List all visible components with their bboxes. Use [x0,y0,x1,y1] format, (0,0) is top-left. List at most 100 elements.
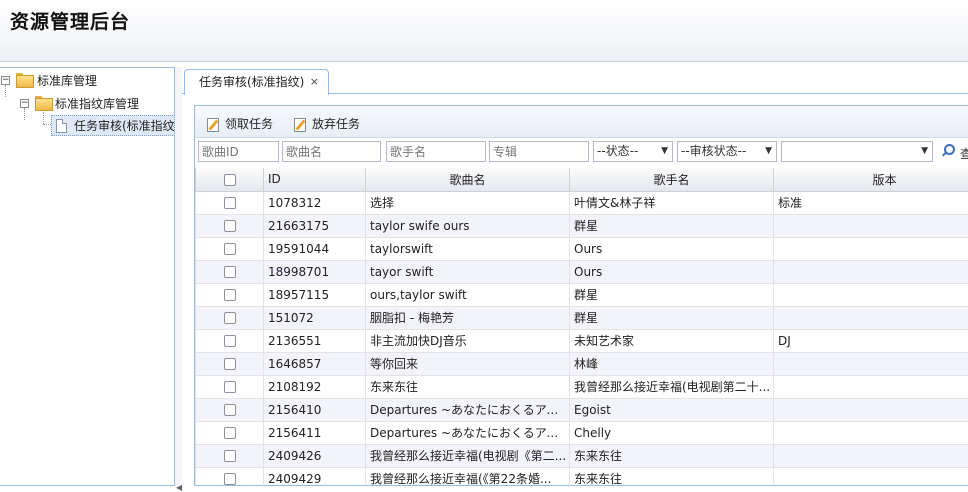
row-select-cell [196,375,264,398]
table-row[interactable]: 18998701tayor swiftOurs [196,260,968,283]
row-checkbox[interactable] [224,381,236,393]
cell-song: taylorswift [366,237,570,260]
select-all-cell [196,168,264,191]
tree-line [43,124,51,125]
tree-node-task-review[interactable]: 任务审核(标准指纹 [51,115,175,136]
cell-singer: 叶倩文&林子祥 [570,191,774,214]
row-select-cell [196,191,264,214]
cell-id: 151072 [264,306,366,329]
cell-version [774,306,968,329]
column-header-song[interactable]: 歌曲名 [366,168,570,191]
task-panel: 领取任务 放弃任务 --状态-- ▼ --审核状态-- ▼ ▼ [194,105,968,486]
cell-id: 2136551 [264,329,366,352]
tab-bar: 任务审核(标准指纹) × [182,67,968,94]
collapse-icon[interactable]: − [1,76,10,85]
close-icon[interactable]: × [310,70,319,94]
song-name-input[interactable] [282,141,381,162]
cell-version [774,467,968,487]
cell-singer: 群星 [570,214,774,237]
cell-song: 非主流加快DJ音乐 [366,329,570,352]
table-row[interactable]: 1646857等你回来林峰 [196,352,968,375]
chevron-down-icon[interactable]: ▼ [661,142,668,161]
cell-version [774,283,968,306]
table-row[interactable]: 2156410Departures ~あなたにおくるアイ(...Egoist [196,398,968,421]
table-row[interactable]: 2409429我曾经那么接近幸福(《第22条婚...东来东往 [196,467,968,487]
tab-task-review[interactable]: 任务审核(标准指纹) × [184,69,329,95]
row-checkbox[interactable] [224,427,236,439]
search-button-label[interactable]: 查 [960,145,968,162]
cell-version [774,260,968,283]
cell-song: 选择 [366,191,570,214]
status-select-value: --状态-- [597,144,638,158]
column-header-id[interactable]: ID [264,168,366,191]
album-input[interactable] [489,141,589,162]
row-checkbox[interactable] [224,450,236,462]
chevron-down-icon[interactable]: ▼ [921,142,928,161]
cell-id: 2409426 [264,444,366,467]
column-header-version[interactable]: 版本 [774,168,968,191]
row-checkbox[interactable] [224,220,236,232]
cell-song: tayor swift [366,260,570,283]
table-row[interactable]: 151072胭脂扣 - 梅艳芳群星 [196,306,968,329]
table-row[interactable]: 2409426我曾经那么接近幸福(电视剧《第二...东来东往 [196,444,968,467]
row-checkbox[interactable] [224,243,236,255]
abandon-task-button[interactable]: 放弃任务 [294,115,360,133]
column-header-singer[interactable]: 歌手名 [570,168,774,191]
row-checkbox[interactable] [224,289,236,301]
cell-singer: Ours [570,237,774,260]
claim-task-button[interactable]: 领取任务 [207,115,273,133]
table-row[interactable]: 19591044taylorswiftOurs [196,237,968,260]
folder-open-icon [16,73,32,86]
review-status-select[interactable]: --审核状态-- ▼ [677,141,777,162]
cell-id: 18957115 [264,283,366,306]
sidebar-splitter[interactable]: ◀ [175,67,182,486]
song-id-input[interactable] [198,141,279,162]
task-grid: ID 歌曲名 歌手名 版本 1078312选择叶倩文&林子祥标准21663175… [195,168,968,487]
table-row[interactable]: 2136551非主流加快DJ音乐未知艺术家DJ [196,329,968,352]
row-select-cell [196,444,264,467]
cell-song: 等你回来 [366,352,570,375]
cell-song: 我曾经那么接近幸福(《第22条婚... [366,467,570,487]
cell-id: 1646857 [264,352,366,375]
table-row[interactable]: 21663175taylor swife ours群星 [196,214,968,237]
row-checkbox[interactable] [224,197,236,209]
claim-task-label: 领取任务 [225,117,273,131]
cell-song: 东来东往 [366,375,570,398]
app-title: 资源管理后台 [10,7,130,34]
main-area: 任务审核(标准指纹) × 领取任务 放弃任务 --状态-- ▼ [182,67,968,486]
row-select-cell [196,421,264,444]
status-select[interactable]: --状态-- ▼ [593,141,673,162]
tree-node-standard-library[interactable]: 标准库管理 [37,71,97,91]
cell-id: 21663175 [264,214,366,237]
sidebar-tree: − 标准库管理 − 标准指纹库管理 任务审核(标准指纹 [0,67,175,486]
cell-version [774,375,968,398]
table-row[interactable]: 2108192东来东往我曾经那么接近幸福(电视剧第二十... [196,375,968,398]
tree-line [24,108,25,120]
row-select-cell [196,467,264,487]
edit-icon [207,118,221,131]
row-checkbox[interactable] [224,473,236,485]
document-icon [56,119,67,133]
extra-select[interactable]: ▼ [781,141,933,162]
table-row[interactable]: 18957115ours,taylor swift群星 [196,283,968,306]
collapse-icon[interactable]: − [20,99,29,108]
row-checkbox[interactable] [224,335,236,347]
tree-node-fingerprint-library[interactable]: 标准指纹库管理 [55,94,139,114]
row-checkbox[interactable] [224,404,236,416]
cell-version [774,398,968,421]
singer-input[interactable] [386,141,486,162]
cell-id: 1078312 [264,191,366,214]
cell-song: 胭脂扣 - 梅艳芳 [366,306,570,329]
row-checkbox[interactable] [224,358,236,370]
table-row[interactable]: 2156411Departures ~あなたにおくるアイ...Chelly [196,421,968,444]
abandon-task-label: 放弃任务 [312,117,360,131]
cell-song: Departures ~あなたにおくるアイ(... [366,398,570,421]
row-select-cell [196,398,264,421]
select-all-checkbox[interactable] [224,174,236,186]
table-row[interactable]: 1078312选择叶倩文&林子祥标准 [196,191,968,214]
cell-singer: 群星 [570,306,774,329]
row-checkbox[interactable] [224,312,236,324]
row-checkbox[interactable] [224,266,236,278]
chevron-down-icon[interactable]: ▼ [765,142,772,161]
search-icon[interactable] [940,143,956,159]
